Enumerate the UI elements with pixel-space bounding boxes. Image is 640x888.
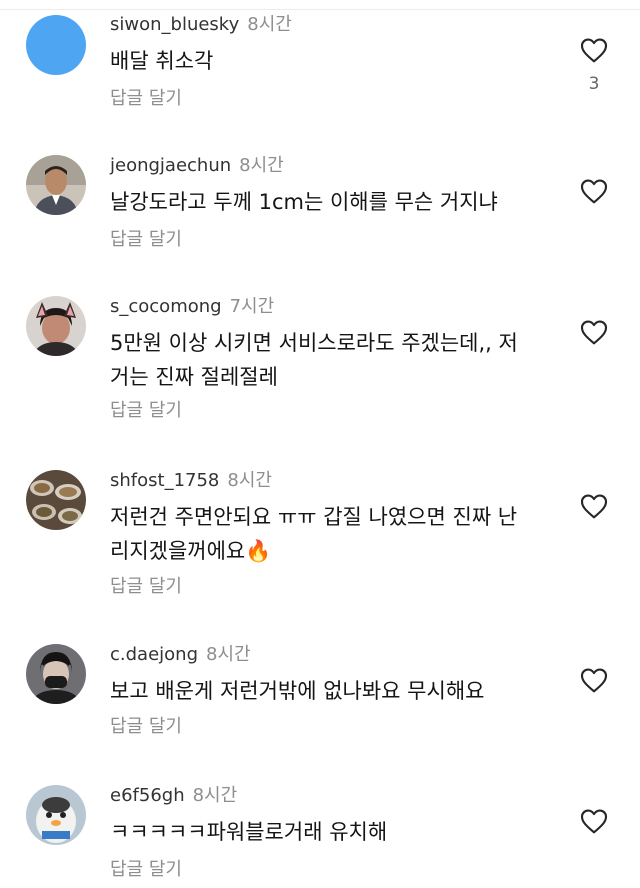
comment-meta: s_cocomong 7시간 xyxy=(110,296,274,318)
comment-text: 날강도라고 두께 1cm는 이해를 무슨 거지냐 xyxy=(110,190,498,214)
username-link[interactable]: c.daejong xyxy=(110,644,198,665)
avatar[interactable] xyxy=(26,296,86,356)
avatar[interactable] xyxy=(26,470,86,530)
username-link[interactable]: e6f56gh xyxy=(110,785,185,806)
heart-outline-icon[interactable] xyxy=(578,316,610,348)
comment-time: 8시간 xyxy=(206,644,251,665)
avatar[interactable] xyxy=(26,155,86,215)
top-divider xyxy=(0,9,640,10)
comment-text: 저런건 주면안되요 ㅠㅠ 갑질 나였으면 진짜 난리지겠을꺼에요🔥 xyxy=(110,505,518,563)
comment-text: 배달 취소각 xyxy=(110,49,214,73)
heart-outline-icon[interactable] xyxy=(578,34,610,66)
comment-text: ㅋㅋㅋㅋㅋ파워블로거래 유치해 xyxy=(110,820,388,844)
avatar[interactable] xyxy=(26,644,86,704)
comment-time: 8시간 xyxy=(247,14,292,35)
comment-time: 7시간 xyxy=(229,296,275,317)
reply-button[interactable]: 답글 달기 xyxy=(110,229,182,251)
like-count: 3 xyxy=(588,74,600,94)
username-link[interactable]: s_cocomong xyxy=(110,296,222,317)
comment-time: 8시간 xyxy=(192,785,238,806)
comment-meta: c.daejong 8시간 xyxy=(110,644,251,666)
avatar[interactable] xyxy=(26,15,86,75)
reply-button[interactable]: 답글 달기 xyxy=(110,88,182,110)
comment-time: 8시간 xyxy=(239,155,284,176)
heart-outline-icon[interactable] xyxy=(578,175,610,207)
username-link[interactable]: shfost_1758 xyxy=(110,470,219,491)
comment-meta: shfost_1758 8시간 xyxy=(110,470,272,492)
reply-button[interactable]: 답글 달기 xyxy=(110,576,182,598)
heart-outline-icon[interactable] xyxy=(578,490,610,522)
heart-outline-icon[interactable] xyxy=(578,664,610,696)
comment-meta: e6f56gh 8시간 xyxy=(110,785,237,807)
username-link[interactable]: jeongjaechun xyxy=(110,155,231,176)
comment-meta: jeongjaechun 8시간 xyxy=(110,155,284,177)
comment-time: 8시간 xyxy=(227,470,272,491)
reply-button[interactable]: 답글 달기 xyxy=(110,400,182,422)
avatar[interactable] xyxy=(26,785,86,845)
comment-text: 5만원 이상 시키면 서비스로라도 주겠는데,, 저거는 진짜 절레절레 xyxy=(110,331,518,389)
comment-meta: siwon_bluesky 8시간 xyxy=(110,14,292,36)
heart-outline-icon[interactable] xyxy=(578,805,610,837)
reply-button[interactable]: 답글 달기 xyxy=(110,859,182,881)
comment-text: 보고 배운게 저런거밖에 없나봐요 무시해요 xyxy=(110,679,485,703)
username-link[interactable]: siwon_bluesky xyxy=(110,14,239,35)
reply-button[interactable]: 답글 달기 xyxy=(110,716,182,738)
